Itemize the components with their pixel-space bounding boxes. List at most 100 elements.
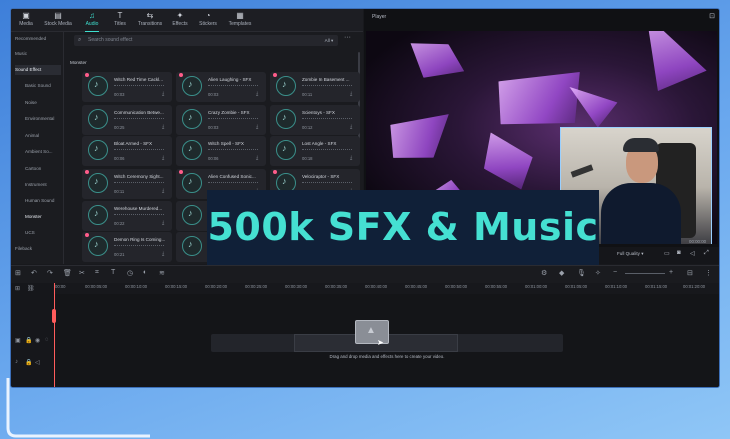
waveform: [114, 85, 164, 89]
sidebar-item-sound-effect[interactable]: Sound Effect: [15, 65, 61, 75]
sound-card[interactable]: Witch Spell - SFX 00:06 ⤓: [176, 136, 266, 166]
toolbar-transitions[interactable]: ⇆ Transitions: [133, 11, 167, 29]
text-icon[interactable]: T: [111, 269, 115, 276]
ruler-label: 00:00:35:00: [325, 284, 348, 289]
sound-card[interactable]: Demon Ring Is Coming... 00:21 ⤓: [82, 232, 172, 262]
playhead[interactable]: [54, 283, 55, 387]
new-badge-icon: [179, 73, 183, 77]
color-icon[interactable]: ◐: [143, 269, 147, 276]
sidebar-item-label: Recommended: [15, 36, 47, 41]
sound-card[interactable]: Witch Red Time Cackl... 00:03 ⤓: [82, 72, 172, 102]
waveform: [302, 149, 352, 153]
crop-icon[interactable]: ⌗: [95, 269, 99, 277]
audio-adjust-icon[interactable]: ≋: [159, 269, 165, 277]
sidebar-item-environmental[interactable]: Environmental: [25, 114, 61, 124]
mute-icon[interactable]: ◌: [45, 337, 49, 343]
download-icon[interactable]: ⤓: [350, 91, 352, 97]
sidebar-item-animal[interactable]: Animal: [25, 131, 61, 141]
undo-icon[interactable]: ↶: [31, 269, 37, 277]
speaker-icon[interactable]: ◁: [35, 359, 40, 366]
download-icon[interactable]: ⤓: [256, 155, 258, 161]
sound-card[interactable]: Alien Laughing - SFX 00:03 ⤓: [176, 72, 266, 102]
quality-dropdown[interactable]: Full Quality ▾: [617, 251, 644, 257]
download-icon[interactable]: ⤓: [162, 155, 164, 161]
sound-card[interactable]: Zombie In Basement ... 00:11 ⤓: [270, 72, 360, 102]
more-options-icon[interactable]: ···: [344, 34, 351, 41]
sidebar-item-human-sound[interactable]: Human Sound: [25, 196, 61, 206]
sound-card[interactable]: Scientoys - SFX 00:12 ⤓: [270, 105, 360, 135]
sidebar-item-basic-sound[interactable]: Basic Sound: [25, 81, 61, 91]
waveform: [114, 118, 164, 122]
lock-icon[interactable]: 🔒: [25, 359, 32, 366]
add-track-icon[interactable]: ⊞: [15, 285, 20, 292]
download-icon[interactable]: ⤓: [162, 124, 164, 130]
toolbar-media[interactable]: ▣ Media: [11, 11, 41, 29]
camera-icon[interactable]: ◙: [677, 250, 681, 256]
search-input[interactable]: ⌕ Search sound effect: [74, 35, 324, 46]
zoom-slider[interactable]: [625, 273, 665, 274]
toolbar-audio[interactable]: ♫ Audio: [77, 11, 107, 32]
sound-card[interactable]: Witch Ceremony Sight... 00:11 ⤓: [82, 169, 172, 199]
zoom-out-icon[interactable]: −: [613, 269, 617, 276]
download-icon[interactable]: ⤓: [256, 91, 258, 97]
sidebar-item-fileback[interactable]: Fileback: [15, 244, 61, 254]
timeline-ruler[interactable]: 00:00 00:00:05:00 00:00:10:00 00:00:15:0…: [53, 283, 719, 294]
sound-name: Bloat Armed - SFX: [114, 141, 153, 146]
sidebar-item-monster[interactable]: Monster: [25, 212, 61, 222]
toolbar-stock-media[interactable]: ▤ Stock Media: [41, 11, 75, 29]
filter-dropdown[interactable]: All ▾: [320, 35, 338, 46]
sidebar-item-instrument[interactable]: Instrument: [25, 180, 61, 190]
sidebar-item-ambient[interactable]: Ambient So...: [25, 147, 61, 157]
lock-icon[interactable]: 🔒: [25, 337, 32, 344]
ai-icon[interactable]: ✧: [595, 269, 601, 277]
download-icon[interactable]: ⤓: [162, 188, 164, 194]
redo-icon[interactable]: ↷: [47, 269, 53, 277]
sound-name: Witch Red Time Cackl...: [114, 77, 164, 82]
snapshot-icon[interactable]: ⊡: [709, 12, 715, 20]
toolbar-stickers[interactable]: ◔ Stickers: [193, 11, 223, 29]
sound-card[interactable]: Werehouse Murdered... 00:22 ⤓: [82, 201, 172, 231]
sound-duration: 00:03: [208, 92, 219, 97]
split-icon[interactable]: ✂: [79, 269, 85, 277]
mic-icon[interactable]: 🎙: [577, 269, 586, 277]
eye-icon[interactable]: ◉: [35, 337, 40, 344]
sidebar-item-cartoon[interactable]: Cartoon: [25, 164, 61, 174]
player-timecode: 00:00:00: [689, 239, 707, 244]
zoom-in-icon[interactable]: +: [669, 269, 673, 276]
toolbar-effects[interactable]: ✦ Effects: [165, 11, 195, 29]
volume-icon[interactable]: ◁: [690, 250, 695, 257]
ruler-label: 00:00:45:00: [405, 284, 428, 289]
toolbar-templates[interactable]: ▦ Templates: [223, 11, 257, 29]
sound-card[interactable]: Bloat Armed - SFX 00:06 ⤓: [82, 136, 172, 166]
layout-icon[interactable]: ⊞: [15, 269, 21, 277]
download-icon[interactable]: ⤓: [162, 220, 164, 226]
sound-card[interactable]: Crazy Zombie - SFX 00:03 ⤓: [176, 105, 266, 135]
render-icon[interactable]: ⚙: [541, 269, 547, 277]
download-icon[interactable]: ⤓: [350, 155, 352, 161]
sidebar-item-recommended[interactable]: Recommended: [15, 34, 61, 44]
delete-icon[interactable]: 🗑: [63, 269, 72, 277]
speed-icon[interactable]: ◷: [127, 269, 133, 277]
more-icon[interactable]: ⋮: [705, 269, 712, 277]
download-icon[interactable]: ⤓: [350, 124, 352, 130]
new-badge-icon: [85, 233, 89, 237]
sidebar-item-noise[interactable]: Noise: [25, 98, 61, 108]
download-icon[interactable]: ⤓: [162, 91, 164, 97]
drop-hint: Drag and drop media and effects here to …: [329, 354, 445, 359]
toolbar-label: Stickers: [199, 21, 217, 27]
fullscreen-icon[interactable]: ⤢: [704, 250, 709, 257]
playhead-handle[interactable]: [52, 309, 56, 323]
fit-icon[interactable]: ⊟: [687, 269, 693, 277]
display-icon[interactable]: ▭: [664, 250, 670, 257]
toolbar-titles[interactable]: T Titles: [105, 11, 135, 29]
link-icon[interactable]: ⛓: [27, 285, 35, 292]
toolbar-label: Audio: [85, 21, 99, 27]
download-icon[interactable]: ⤓: [256, 124, 258, 130]
download-icon[interactable]: ⤓: [162, 251, 164, 257]
ruler-label: 00:00:40:00: [365, 284, 388, 289]
sound-card[interactable]: Communication Betwe... 00:25 ⤓: [82, 105, 172, 135]
sidebar-item-ucs[interactable]: UCS: [25, 228, 61, 238]
sound-card[interactable]: Lost Angle - SFX 00:18 ⤓: [270, 136, 360, 166]
sidebar-item-music[interactable]: Music: [15, 49, 61, 59]
marker-icon[interactable]: ◆: [559, 269, 564, 277]
